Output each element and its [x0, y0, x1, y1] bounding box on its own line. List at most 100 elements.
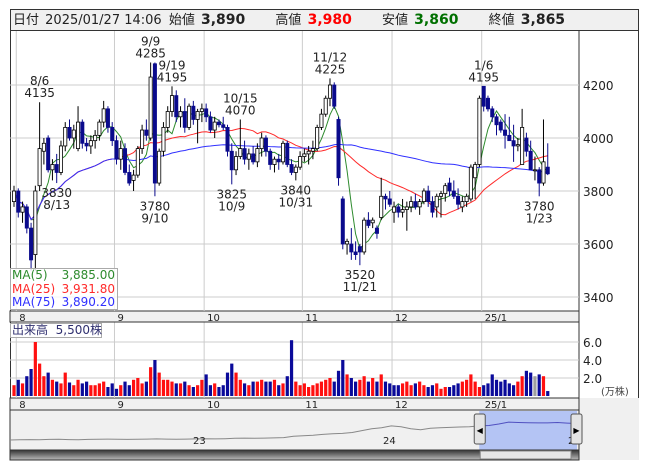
- candle-body: [101, 108, 106, 123]
- volume-bar: [242, 383, 247, 396]
- candle: [366, 212, 371, 229]
- candle: [255, 143, 260, 168]
- navigator-left-handle[interactable]: ◀: [473, 413, 486, 445]
- candle: [404, 201, 409, 231]
- volume-bar: [46, 372, 50, 396]
- candle-body: [404, 206, 409, 210]
- ma5-label: MA(5): [12, 268, 48, 282]
- volume-bar: [422, 385, 426, 396]
- volume-bar: [336, 370, 341, 396]
- candle-body: [481, 85, 486, 107]
- candle: [285, 140, 290, 168]
- candle: [379, 177, 384, 221]
- volume-bar: [324, 379, 328, 396]
- candle: [515, 138, 520, 152]
- volume-bar: [230, 363, 234, 396]
- volume-bar: [102, 381, 106, 396]
- volume-bar: [213, 383, 217, 396]
- volume-bar: [302, 383, 306, 396]
- volume-bar: [486, 383, 490, 396]
- volume-bar: [524, 370, 528, 396]
- candle: [281, 140, 286, 165]
- volume-bar: [144, 381, 148, 396]
- ma5-value: 3,885.00: [61, 268, 115, 282]
- annotation-value: 4225: [315, 62, 346, 76]
- volume-bar: [345, 374, 349, 396]
- volume-bar: [328, 378, 332, 396]
- candle-body: [413, 201, 418, 208]
- candle: [246, 148, 251, 170]
- volume-bar: [396, 385, 400, 396]
- navigator-selection[interactable]: [479, 411, 577, 450]
- candle-body: [169, 95, 174, 112]
- volume-bar: [465, 379, 469, 396]
- candle-body: [460, 201, 465, 208]
- volume-bar: [149, 367, 153, 396]
- candle: [127, 164, 132, 186]
- navigator-year-label: 23: [193, 436, 206, 447]
- candle-body: [131, 174, 136, 181]
- annotation-date: 9/10: [141, 211, 168, 225]
- candle: [187, 103, 192, 131]
- volume-bar: [400, 383, 405, 396]
- volume-bar: [114, 388, 119, 396]
- candle-body: [340, 198, 345, 245]
- volume-bar: [251, 381, 255, 396]
- candle-body: [345, 240, 350, 245]
- volume-bar: [234, 372, 238, 396]
- candle-body: [216, 121, 221, 126]
- volume-bar: [541, 376, 546, 396]
- volume-bar: [204, 374, 208, 396]
- candle-body: [370, 219, 375, 224]
- candle-body: [229, 150, 234, 171]
- candle: [396, 204, 401, 218]
- candle: [545, 143, 550, 176]
- candle-body: [67, 127, 72, 139]
- navigator-scrollbar-thumb[interactable]: [479, 450, 572, 460]
- stock-chart[interactable]: 420040003800360034006.04.02.0(万株)8899101…: [0, 0, 653, 470]
- volume-bar: [354, 381, 358, 396]
- candle-body: [118, 148, 123, 160]
- candle-body: [76, 121, 81, 149]
- candle-body: [238, 148, 243, 157]
- volume-bar: [413, 383, 417, 396]
- candle: [165, 106, 170, 133]
- candle: [204, 103, 209, 123]
- candle: [323, 95, 328, 117]
- candle: [421, 188, 426, 205]
- volume-bar: [375, 381, 379, 396]
- candle-body: [451, 190, 456, 197]
- volume-bar: [443, 387, 447, 396]
- candle-body: [426, 190, 431, 202]
- candle-body: [310, 148, 315, 152]
- candle: [238, 119, 243, 160]
- candle: [199, 103, 204, 123]
- candle-body: [374, 227, 379, 234]
- candle-body: [396, 206, 401, 213]
- volume-bar: [187, 385, 191, 396]
- volume-bar: [76, 379, 80, 396]
- navigator-right-arrow-icon: ▶: [573, 426, 580, 435]
- volume-bar: [499, 381, 503, 396]
- candle: [430, 196, 435, 218]
- volume-bar: [16, 379, 20, 396]
- candle-body: [503, 129, 508, 136]
- volume-bar: [311, 385, 315, 396]
- candle-body: [191, 105, 196, 120]
- volume-bar: [473, 381, 477, 396]
- volume-bar: [430, 385, 435, 396]
- candle-body: [11, 190, 16, 202]
- candle-body: [541, 161, 546, 184]
- navigator-right-handle[interactable]: ▶: [570, 413, 583, 445]
- volume-bar: [482, 385, 486, 396]
- candle: [101, 100, 106, 128]
- price-tick-label: 4000: [583, 132, 614, 146]
- candle: [477, 95, 482, 168]
- candle-body: [58, 145, 63, 173]
- candle: [362, 217, 367, 255]
- volume-bar: [511, 385, 516, 396]
- candle-body: [438, 193, 443, 197]
- annotation-value: 4135: [24, 86, 55, 100]
- candle-body: [204, 108, 209, 118]
- candle-body: [477, 97, 482, 165]
